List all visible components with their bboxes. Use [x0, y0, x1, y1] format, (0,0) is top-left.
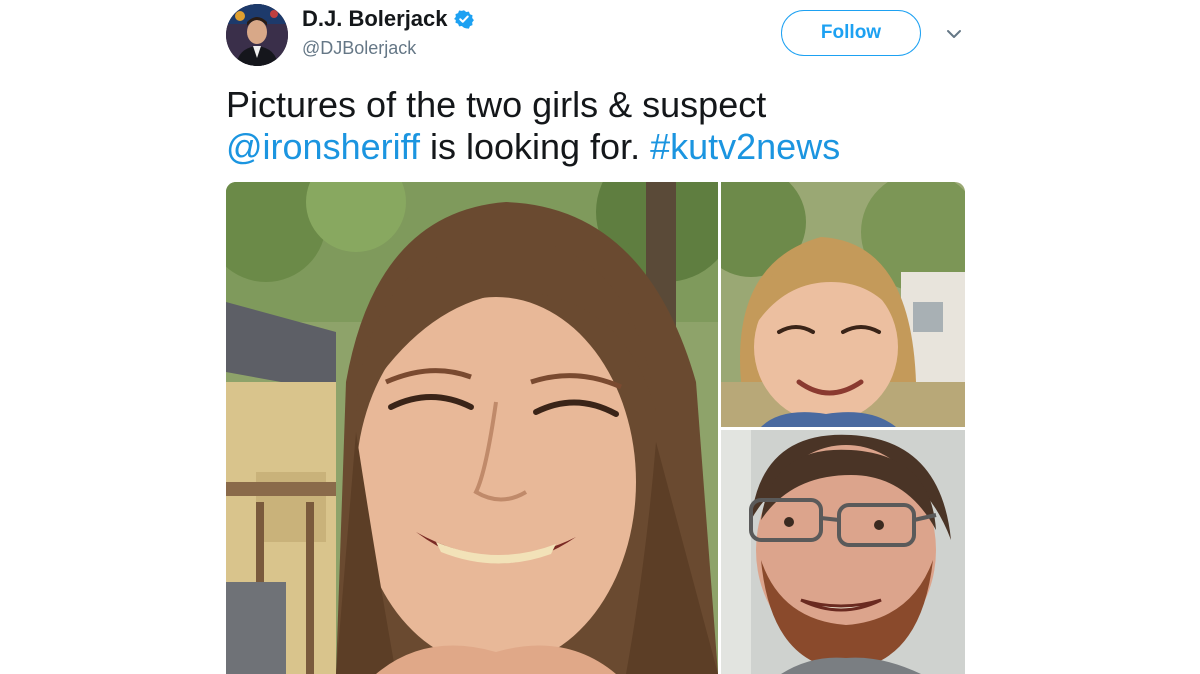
- follow-button[interactable]: Follow: [781, 10, 921, 56]
- author-handle[interactable]: @DJBolerjack: [302, 38, 416, 59]
- author-display-name[interactable]: D.J. Bolerjack: [302, 6, 448, 32]
- photo-girl-2[interactable]: [721, 182, 965, 427]
- chevron-down-icon[interactable]: [944, 24, 964, 44]
- tweet: D.J. Bolerjack @DJBolerjack Follow Pictu…: [0, 0, 1200, 674]
- tweet-text: Pictures of the two girls & suspect @iro…: [226, 84, 986, 168]
- photo-girl-1[interactable]: [226, 182, 718, 674]
- media-grid: [226, 182, 965, 674]
- profile-avatar[interactable]: [226, 4, 288, 66]
- photo-suspect[interactable]: [721, 430, 965, 674]
- verified-badge-icon: [453, 10, 474, 29]
- tweet-text-part2: is looking for.: [419, 126, 651, 167]
- author-name[interactable]: D.J. Bolerjack: [302, 6, 474, 32]
- mention-link[interactable]: @ironsheriff: [226, 126, 420, 167]
- hashtag-link[interactable]: #kutv2news: [650, 126, 840, 167]
- tweet-text-part1: Pictures of the two girls & suspect: [226, 84, 767, 125]
